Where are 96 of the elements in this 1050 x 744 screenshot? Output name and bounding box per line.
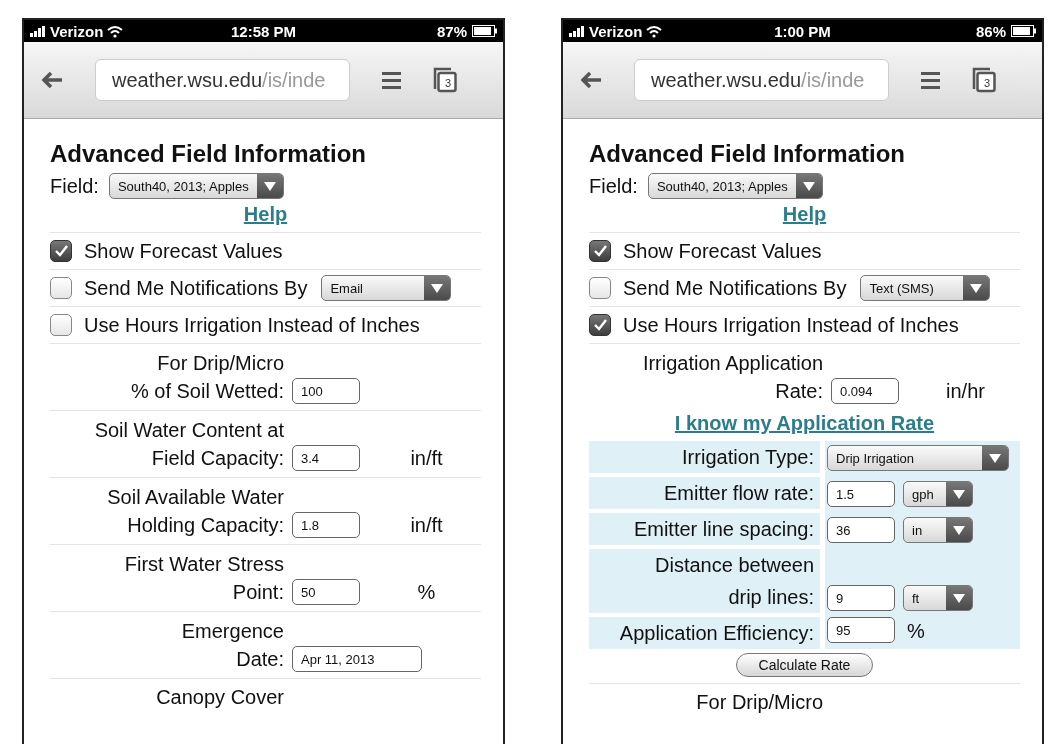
field-label: Soil Water Content at [93,418,284,443]
help-link[interactable]: Help [782,203,827,225]
section-label: Canopy Cover [155,685,284,710]
caret-icon [952,524,966,536]
checkbox[interactable] [50,277,72,299]
caret-icon [430,282,445,294]
field-label: Field: [50,174,99,198]
url-field[interactable]: weather.wsu.edu/is/inde [634,59,889,101]
field-label: Soil Available Water [106,485,284,510]
field-label: % of Soil Wetted: [129,379,284,403]
caret-icon [801,180,816,192]
unit-label: in/ft [409,513,444,537]
input-field[interactable]: 100 [292,378,360,404]
unit-label: % [416,580,437,604]
field-label: Field: [589,174,638,198]
field-label: Irrigation Type: [681,445,814,470]
unit-label: % [906,620,925,643]
checkbox-label: Show Forecast Values [623,239,822,263]
calculate-button[interactable]: Calculate Rate [735,653,874,677]
input-field[interactable]: 50 [292,579,360,605]
section-label: For Drip/Micro [695,690,823,715]
url-field[interactable]: weather.wsu.edu/is/inde [95,59,350,101]
battery-percent: 87% [436,22,467,40]
caret-icon [952,488,966,500]
application-rate-link[interactable]: I know my Application Rate [674,412,935,434]
checkbox[interactable] [589,240,611,262]
dropdown-select[interactable]: in [903,517,973,543]
input-field[interactable]: 36 [827,517,895,543]
checkbox[interactable] [589,314,611,336]
input-field[interactable]: 95 [827,617,895,643]
battery-icon [472,25,497,37]
field-label: drip lines: [727,585,814,610]
caret-icon [969,282,984,294]
field-label: Date: [235,647,284,671]
input-field[interactable]: Apr 11, 2013 [292,646,422,672]
dropdown-select[interactable]: Email [321,275,452,301]
checkbox-label: Use Hours Irrigation Instead of Inches [623,313,959,337]
unit-label: in/hr [945,379,986,403]
check-icon [592,244,608,258]
carrier-name: Verizon [50,22,104,40]
input-field[interactable]: 3.4 [292,445,360,471]
checkbox[interactable] [50,314,72,336]
field-label: Application Efficiency: [618,621,814,646]
dropdown-select[interactable]: gph [903,481,973,507]
checkbox-label: Show Forecast Values [84,239,283,263]
field-label: Emitter line spacing: [632,517,814,542]
check-icon [592,318,608,332]
field-label: Rate: [774,379,823,403]
menu-icon[interactable] [921,71,940,89]
field-label: First Water Stress [123,552,284,577]
wifi-icon [107,24,124,38]
checkbox-label: Use Hours Irrigation Instead of Inches [84,313,420,337]
tabs-button[interactable]: 3 [433,67,457,93]
dropdown-select[interactable]: South40, 2013; Apples [647,173,823,199]
dropdown-select[interactable]: Text (SMS) [860,275,991,301]
back-arrow-icon [581,71,602,89]
dropdown-select[interactable]: Drip Irrigation [827,445,1009,471]
tabs-button[interactable]: 3 [972,67,996,93]
help-link[interactable]: Help [243,203,288,225]
check-icon [53,244,69,258]
field-label: For Drip/Micro [156,351,284,376]
unit-label: in/ft [409,446,444,470]
tabs-icon [433,67,457,93]
carrier-name: Verizon [589,22,643,40]
checkbox[interactable] [50,240,72,262]
battery-percent: 86% [975,22,1006,40]
wifi-icon [646,24,663,38]
menu-icon[interactable] [382,71,401,89]
back-arrow-icon [42,71,63,89]
caret-icon [988,452,1002,464]
status-time: 12:58 PM [230,22,296,40]
page-title: Advanced Field Information [589,139,907,169]
status-time: 1:00 PM [774,22,831,40]
battery-icon [1011,25,1036,37]
checkbox[interactable] [589,277,611,299]
tabs-icon [972,67,996,93]
input-field[interactable]: 9 [827,585,895,611]
dropdown-select[interactable]: ft [903,585,973,611]
input-field[interactable]: 1.5 [827,481,895,507]
signal-icon [30,25,46,37]
input-field[interactable]: 0.094 [831,378,899,404]
field-label: Emitter flow rate: [662,481,814,506]
field-label: Irrigation Application [641,351,823,376]
caret-icon [952,592,966,604]
checkbox-label: Send Me Notifications By [84,276,308,300]
field-label: Field Capacity: [150,446,284,470]
field-label: Holding Capacity: [126,513,284,537]
dropdown-select[interactable]: South40, 2013; Apples [108,173,284,199]
input-field[interactable]: 1.8 [292,512,360,538]
checkbox-label: Send Me Notifications By [623,276,847,300]
field-label: Emergence [180,619,284,644]
field-label: Point: [231,580,284,604]
page-title: Advanced Field Information [50,139,368,169]
field-label: Distance between [654,553,814,578]
caret-icon [262,180,277,192]
signal-icon [569,25,585,37]
